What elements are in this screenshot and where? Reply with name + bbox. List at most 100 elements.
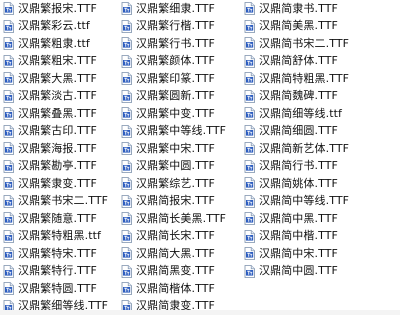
ttf-font-file-icon (244, 124, 255, 138)
ttf-font-file-icon (121, 124, 132, 138)
font-file-item[interactable]: 汉鼎繁海报.TTF (3, 140, 131, 158)
ttf-font-file-icon (3, 247, 14, 261)
font-file-item[interactable]: 汉鼎繁特圆.TTF (3, 280, 131, 298)
font-file-item[interactable]: 汉鼎繁印篆.TTF (121, 70, 249, 88)
font-file-item[interactable]: 汉鼎繁书宋二.TTF (3, 193, 131, 211)
ttf-font-file-icon (121, 264, 132, 278)
ttf-font-file-icon (121, 2, 132, 16)
ttf-font-file-icon (244, 2, 255, 16)
ttf-font-file-icon (121, 282, 132, 296)
font-file-item[interactable]: 汉鼎繁颜体.TTF (121, 53, 249, 71)
font-file-name: 汉鼎繁叠黑.TTF (18, 106, 97, 120)
font-file-item[interactable]: 汉鼎简长美黑.TTF (121, 210, 249, 228)
font-file-item[interactable]: 汉鼎简舒体.TTF (244, 53, 372, 71)
font-file-item[interactable]: 汉鼎繁隶变.TTF (3, 175, 131, 193)
ttf-font-file-icon (121, 89, 132, 103)
font-file-name: 汉鼎繁中宋.TTF (136, 141, 215, 155)
font-file-item[interactable]: 汉鼎繁行楷.TTF (121, 18, 249, 36)
font-file-item[interactable]: 汉鼎繁勘亭.TTF (3, 158, 131, 176)
font-file-name: 汉鼎繁海报.TTF (18, 141, 97, 155)
ttf-font-file-icon (121, 247, 132, 261)
font-file-item[interactable]: 汉鼎繁特行.TTF (3, 263, 131, 281)
font-file-item[interactable]: 汉鼎繁行书.TTF (121, 35, 249, 53)
font-file-name: 汉鼎繁中等线.TTF (136, 124, 227, 138)
font-file-item[interactable]: 汉鼎简中黑.TTF (244, 210, 372, 228)
font-file-item[interactable]: 汉鼎繁中宋.TTF (121, 140, 249, 158)
font-file-item[interactable]: 汉鼎繁粗宋.TTF (3, 53, 131, 71)
font-file-item[interactable]: 汉鼎简黑变.TTF (121, 263, 249, 281)
font-file-item[interactable]: 汉鼎简隶书.TTF (244, 0, 372, 18)
font-file-name: 汉鼎繁特粗黑.ttf (18, 229, 101, 243)
file-column-1: 汉鼎繁报宋.TTF 汉鼎繁彩云.ttf 汉鼎繁粗隶.ttf 汉鼎繁粗宋.TTF 汉鼎繁大… (3, 0, 131, 315)
ttf-font-file-icon (244, 159, 255, 173)
font-file-item[interactable]: 汉鼎繁特粗黑.ttf (3, 228, 131, 246)
ttf-font-file-icon (3, 2, 14, 16)
font-file-item[interactable]: 汉鼎简中楷.TTF (244, 228, 372, 246)
font-file-item[interactable]: 汉鼎繁随意.TTF (3, 210, 131, 228)
font-file-name: 汉鼎简楷体.TTF (136, 281, 215, 295)
font-file-item[interactable]: 汉鼎简美黑.TTF (244, 18, 372, 36)
font-file-name: 汉鼎繁中变.TTF (136, 106, 215, 120)
ttf-font-file-icon (3, 264, 14, 278)
ttf-font-file-icon (3, 54, 14, 68)
font-file-item[interactable]: 汉鼎简细圆.TTF (244, 123, 372, 141)
font-file-name: 汉鼎繁隶变.TTF (18, 176, 97, 190)
font-file-item[interactable]: 汉鼎简楷体.TTF (121, 280, 249, 298)
font-file-item[interactable]: 汉鼎简中宋.TTF (244, 245, 372, 263)
font-file-name: 汉鼎简细圆.TTF (259, 124, 338, 138)
font-file-name: 汉鼎简美黑.TTF (259, 19, 338, 33)
ttf-font-file-icon (244, 54, 255, 68)
font-file-item[interactable]: 汉鼎简报宋.TTF (121, 193, 249, 211)
ttf-font-file-icon (3, 212, 14, 226)
font-file-item[interactable]: 汉鼎简姚体.TTF (244, 175, 372, 193)
font-file-item[interactable]: 汉鼎繁特宋.TTF (3, 245, 131, 263)
ttf-font-file-icon (3, 72, 14, 86)
font-file-item[interactable]: 汉鼎简中等线.TTF (244, 193, 372, 211)
font-file-item[interactable]: 汉鼎简新艺体.TTF (244, 140, 372, 158)
font-file-item[interactable]: 汉鼎繁大黑.TTF (3, 70, 131, 88)
font-file-name: 汉鼎繁勘亭.TTF (18, 159, 97, 173)
font-file-folder-view: 汉鼎繁报宋.TTF 汉鼎繁彩云.ttf 汉鼎繁粗隶.ttf 汉鼎繁粗宋.TTF 汉鼎繁大… (0, 0, 400, 315)
font-file-item[interactable]: 汉鼎繁报宋.TTF (3, 0, 131, 18)
ttf-font-file-icon (3, 229, 14, 243)
font-file-item[interactable]: 汉鼎简特粗黑.TTF (244, 70, 372, 88)
font-file-item[interactable]: 汉鼎繁中变.TTF (121, 105, 249, 123)
font-file-item[interactable]: 汉鼎繁中等线.TTF (121, 123, 249, 141)
font-file-name: 汉鼎简中等线.TTF (259, 194, 350, 208)
font-file-name: 汉鼎简中宋.TTF (259, 246, 338, 260)
font-file-item[interactable]: 汉鼎繁综艺.TTF (121, 175, 249, 193)
ttf-font-file-icon (244, 212, 255, 226)
font-file-name: 汉鼎简中黑.TTF (259, 211, 338, 225)
font-file-item[interactable]: 汉鼎繁粗隶.ttf (3, 35, 131, 53)
ttf-font-file-icon (121, 229, 132, 243)
font-file-name: 汉鼎简隶书.TTF (259, 1, 338, 15)
font-file-item[interactable]: 汉鼎繁淡古.TTF (3, 88, 131, 106)
font-file-item[interactable]: 汉鼎简书宋二.TTF (244, 35, 372, 53)
font-file-item[interactable]: 汉鼎简中圆.TTF (244, 263, 372, 281)
font-file-item[interactable]: 汉鼎简细等线.ttf (244, 105, 372, 123)
font-file-item[interactable]: 汉鼎简大黑.TTF (121, 245, 249, 263)
ttf-font-file-icon (244, 72, 255, 86)
horizontal-scrollbar-area[interactable] (0, 310, 400, 315)
font-file-item[interactable]: 汉鼎简行书.TTF (244, 158, 372, 176)
ttf-font-file-icon (121, 37, 132, 51)
ttf-font-file-icon (121, 54, 132, 68)
ttf-font-file-icon (3, 159, 14, 173)
font-file-name: 汉鼎繁特圆.TTF (18, 281, 97, 295)
font-file-item[interactable]: 汉鼎繁彩云.ttf (3, 18, 131, 36)
font-file-item[interactable]: 汉鼎简魏碑.TTF (244, 88, 372, 106)
font-file-name: 汉鼎繁淡古.TTF (18, 89, 97, 103)
font-file-item[interactable]: 汉鼎繁古印.TTF (3, 123, 131, 141)
font-file-name: 汉鼎繁圆新.TTF (136, 89, 215, 103)
font-file-item[interactable]: 汉鼎繁细隶.TTF (121, 0, 249, 18)
font-file-item[interactable]: 汉鼎简长宋.TTF (121, 228, 249, 246)
file-column-2: 汉鼎繁细隶.TTF 汉鼎繁行楷.TTF 汉鼎繁行书.TTF 汉鼎繁颜体.TTF 汉鼎繁印… (121, 0, 249, 315)
font-file-name: 汉鼎简行书.TTF (259, 159, 338, 173)
ttf-font-file-icon (3, 142, 14, 156)
font-file-item[interactable]: 汉鼎繁中圆.TTF (121, 158, 249, 176)
font-file-name: 汉鼎繁报宋.TTF (18, 1, 97, 15)
ttf-font-file-icon (244, 229, 255, 243)
ttf-font-file-icon (121, 159, 132, 173)
font-file-item[interactable]: 汉鼎繁叠黑.TTF (3, 105, 131, 123)
font-file-item[interactable]: 汉鼎繁圆新.TTF (121, 88, 249, 106)
